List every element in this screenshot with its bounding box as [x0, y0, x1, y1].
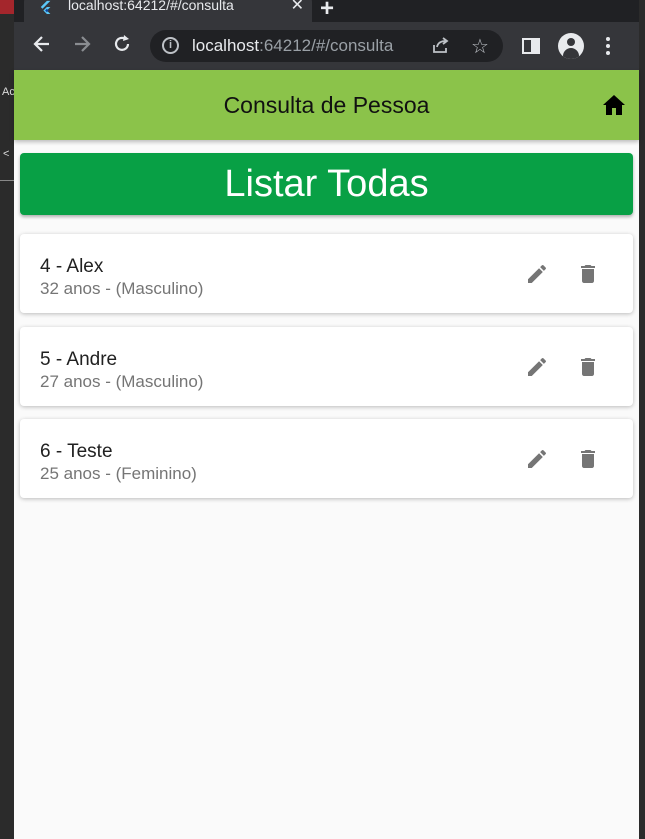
delete-icon[interactable] [576, 447, 600, 471]
reload-icon[interactable] [112, 34, 132, 54]
tab-title: localhost:64212/#/consulta [68, 0, 234, 13]
person-name: 6 - Teste [40, 441, 113, 462]
edit-icon[interactable] [525, 447, 549, 471]
side-panel-icon[interactable] [522, 38, 540, 54]
person-card: 4 - Alex 32 anos - (Masculino) [20, 234, 633, 313]
delete-icon[interactable] [576, 355, 600, 379]
person-details: 25 anos - (Feminino) [40, 464, 197, 483]
person-card: 6 - Teste 25 anos - (Feminino) [20, 419, 633, 498]
url-host: localhost [192, 36, 260, 55]
back-icon[interactable] [32, 34, 52, 54]
list-all-button[interactable]: Listar Todas [20, 153, 633, 215]
delete-icon[interactable] [576, 262, 600, 286]
person-name: 4 - Alex [40, 256, 104, 277]
url-path: :64212/#/consulta [259, 36, 394, 55]
background-window-right [639, 0, 645, 839]
edit-icon[interactable] [525, 355, 549, 379]
window-accent [0, 0, 14, 14]
app-bar: Consulta de Pessoa [14, 70, 639, 140]
background-window-left: Ac < [0, 0, 15, 839]
url-text: localhost:64212/#/consulta [192, 36, 393, 56]
divider [0, 180, 14, 181]
forward-icon[interactable] [72, 34, 92, 54]
profile-icon[interactable] [558, 33, 584, 59]
background-window-label: Ac [2, 86, 15, 98]
more-menu-icon[interactable] [606, 37, 610, 58]
screen: Ac < localhost:64212/#/consulta ✕ + i lo… [0, 0, 645, 839]
background-window-arrow: < [3, 148, 10, 160]
person-name: 5 - Andre [40, 349, 118, 370]
flutter-icon [40, 0, 51, 14]
person-details: 27 anos - (Masculino) [40, 372, 204, 391]
address-bar[interactable]: i localhost:64212/#/consulta ☆ [150, 30, 503, 62]
browser-toolbar: i localhost:64212/#/consulta ☆ [14, 22, 639, 70]
app-viewport: Consulta de Pessoa Listar Todas 4 - Alex… [14, 70, 639, 839]
bookmark-star-icon[interactable]: ☆ [471, 34, 489, 59]
person-details: 32 anos - (Masculino) [40, 279, 204, 298]
share-icon[interactable] [431, 36, 451, 54]
edit-icon[interactable] [525, 262, 549, 286]
browser-tab[interactable]: localhost:64212/#/consulta ✕ [24, 0, 312, 22]
new-tab-icon[interactable]: + [320, 0, 334, 23]
page-title: Consulta de Pessoa [223, 92, 430, 118]
home-icon[interactable] [602, 94, 626, 116]
tab-strip: localhost:64212/#/consulta ✕ + [14, 0, 639, 22]
person-card: 5 - Andre 27 anos - (Masculino) [20, 327, 633, 406]
close-tab-icon[interactable]: ✕ [291, 0, 304, 15]
info-icon[interactable]: i [162, 37, 179, 54]
